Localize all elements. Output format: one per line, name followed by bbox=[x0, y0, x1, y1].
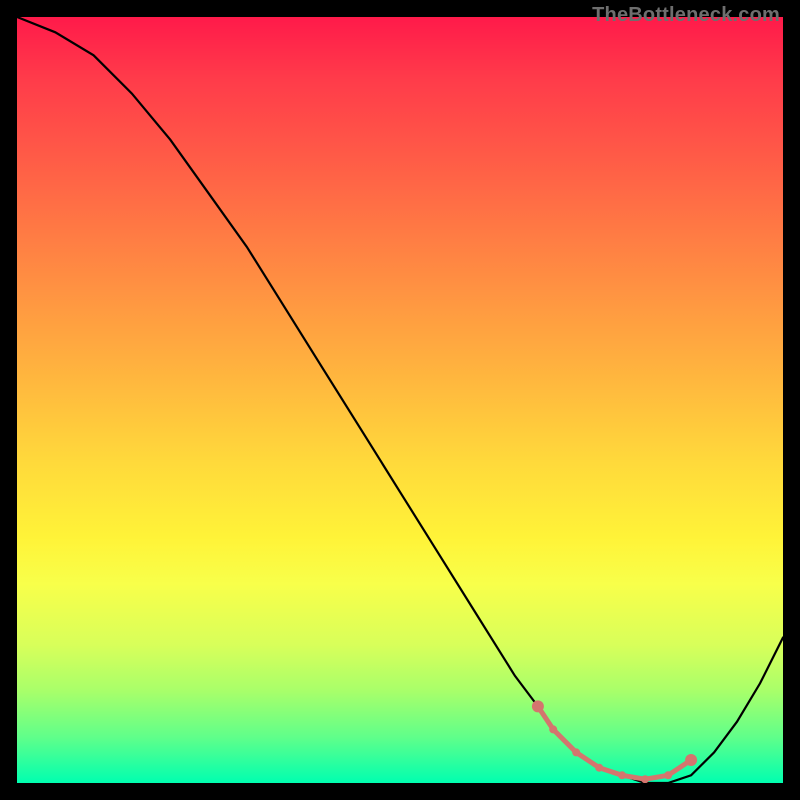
chart-frame: TheBottleneck.com bbox=[0, 0, 800, 800]
plot-area bbox=[17, 17, 783, 783]
watermark-text: TheBottleneck.com bbox=[592, 4, 780, 27]
bottleneck-curve bbox=[17, 17, 783, 783]
optimal-zone-line bbox=[538, 706, 691, 779]
curve-svg bbox=[17, 17, 783, 783]
